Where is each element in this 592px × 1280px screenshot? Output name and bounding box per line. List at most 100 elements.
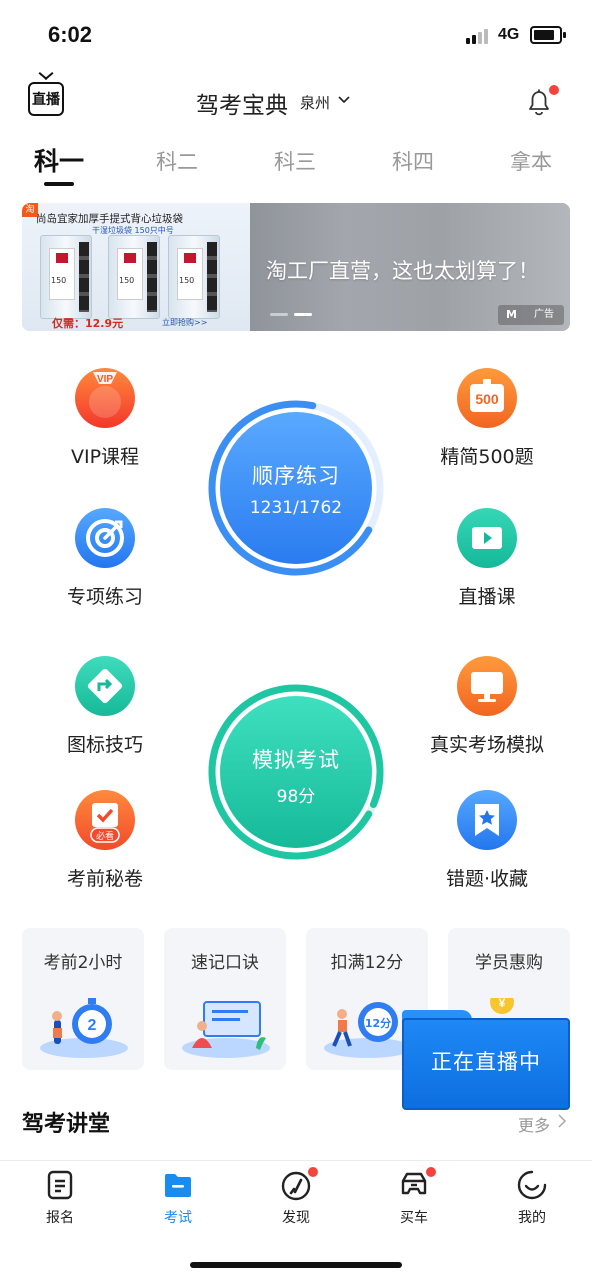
ad-label: M 广告	[498, 305, 564, 325]
condensed-500-label: 精简500题	[440, 446, 534, 468]
folder-icon	[165, 1174, 191, 1197]
nav-label: 考试	[164, 1210, 192, 1226]
card-quick-mnemonics[interactable]: 速记口诀	[164, 928, 286, 1070]
smile-icon	[517, 1170, 547, 1200]
status-bar: 6:02 4G	[0, 0, 592, 70]
vip-course-button[interactable]: VIP VIP课程	[30, 368, 180, 469]
pre-exam-paper-label: 考前秘卷	[66, 868, 143, 890]
card-title: 考前2小时	[43, 953, 123, 973]
mistakes-favorites-button[interactable]: 错题·收藏	[412, 790, 562, 891]
mock-exam-title: 模拟考试	[252, 748, 340, 772]
ad-banner[interactable]: 淘 尚岛宜家加厚手提式背心垃圾袋 干湿垃圾袋 150只中号 150 150 15…	[22, 203, 570, 331]
nav-label: 我的	[518, 1210, 546, 1226]
monitor-icon	[457, 656, 517, 716]
banner-slogan-panel: 淘工厂直营，这也太划算了！ M 广告	[250, 203, 570, 331]
banner-product-headline: 尚岛宜家加厚手提式背心垃圾袋	[36, 213, 183, 225]
chevron-down-icon[interactable]	[338, 94, 350, 106]
card-title: 速记口诀	[191, 953, 259, 973]
video-play-icon	[457, 508, 517, 568]
nav-dot	[308, 1167, 318, 1177]
road-sign-icon	[75, 656, 135, 716]
vip-icon: VIP	[75, 368, 135, 428]
nav-exam[interactable]: 考试	[138, 1169, 218, 1227]
svg-text:12分: 12分	[365, 1016, 391, 1030]
app-title: 驾考宝典	[196, 93, 288, 119]
mistakes-favorites-label: 错题·收藏	[445, 868, 529, 890]
tab-subject-3[interactable]: 科三	[274, 146, 316, 176]
banner-buy-link: 立即抢购>>	[162, 318, 208, 327]
nav-buy-car[interactable]: 买车	[374, 1167, 454, 1227]
banner-price: 仅需：12.9元	[52, 317, 124, 330]
tab-subject-2[interactable]: 科二	[156, 146, 198, 176]
target-icon	[75, 508, 135, 568]
document-icon	[47, 1170, 73, 1200]
sequential-practice-progress: 1231/1762	[249, 498, 343, 518]
special-practice-label: 专项练习	[66, 586, 143, 608]
banner-pagination	[270, 313, 330, 317]
svg-text:500: 500	[475, 391, 499, 407]
battery-icon	[530, 26, 566, 44]
nav-mine[interactable]: 我的	[492, 1169, 572, 1227]
condensed-500-button[interactable]: 500 精简500题	[412, 368, 562, 469]
nav-register[interactable]: 报名	[20, 1169, 100, 1227]
bookmark-star-icon	[457, 790, 517, 850]
live-class-button[interactable]: 直播课	[412, 508, 562, 609]
product-image: 150	[40, 235, 92, 319]
tab-subject-4[interactable]: 科四	[392, 146, 434, 176]
live-now-label: 正在直播中	[431, 1050, 541, 1074]
live-tv-icon[interactable]: 直播	[28, 82, 64, 116]
sequential-practice-title: 顺序练习	[252, 464, 340, 488]
tab-get-license[interactable]: 拿本	[510, 146, 552, 176]
sequential-practice-button[interactable]: 顺序练习 1231/1762	[206, 398, 386, 578]
home-indicator	[190, 1262, 402, 1268]
sequential-practice-core: 顺序练习 1231/1762	[220, 412, 372, 564]
more-link[interactable]: 更多	[518, 1112, 550, 1136]
compass-icon	[281, 1171, 311, 1201]
network-type: 4G	[498, 26, 520, 43]
signal-icon	[466, 28, 492, 44]
active-tab-indicator	[44, 182, 74, 186]
mock-exam-score: 98分	[276, 787, 316, 807]
svg-text:2: 2	[88, 1017, 97, 1034]
notification-dot	[549, 85, 559, 95]
svg-text:VIP: VIP	[97, 374, 113, 385]
nav-label: 发现	[282, 1210, 310, 1226]
product-image: 150	[108, 235, 160, 319]
chevron-right-icon[interactable]	[556, 1114, 568, 1128]
special-practice-button[interactable]: 专项练习	[30, 508, 180, 609]
stopwatch-icon: 2	[40, 998, 128, 1058]
city-selector[interactable]: 泉州	[300, 92, 330, 113]
nav-discover[interactable]: 发现	[256, 1167, 336, 1227]
svg-text:必看: 必看	[96, 830, 114, 842]
sign-tips-button[interactable]: 图标技巧	[30, 656, 180, 757]
banner-product-image: 淘 尚岛宜家加厚手提式背心垃圾袋 干湿垃圾袋 150只中号 150 150 15…	[22, 203, 250, 331]
subject-tabs: 科一 科二 科三 科四 拿本	[0, 140, 592, 190]
live-now-floating-button[interactable]: 正在直播中	[402, 1010, 570, 1110]
reading-icon	[182, 1001, 270, 1058]
tab-subject-1[interactable]: 科一	[34, 142, 84, 178]
clipboard-check-icon: 必看	[75, 790, 135, 850]
sign-tips-label: 图标技巧	[66, 734, 143, 756]
mock-exam-button[interactable]: 模拟考试 98分	[206, 682, 386, 862]
banner-slogan: 淘工厂直营，这也太划算了！	[266, 259, 539, 283]
svg-text:¥: ¥	[499, 998, 506, 1010]
product-image: 150	[168, 235, 220, 319]
nav-dot	[426, 1167, 436, 1177]
mock-exam-core: 模拟考试 98分	[220, 696, 372, 848]
section-title: 驾考讲堂	[22, 1112, 111, 1137]
pre-exam-paper-button[interactable]: 必看 考前秘卷	[30, 790, 180, 891]
notification-button[interactable]	[522, 84, 559, 118]
nav-label: 买车	[400, 1210, 428, 1226]
app-header: 直播 驾考宝典 泉州	[0, 76, 592, 126]
card-title: 学员惠购	[475, 953, 543, 973]
status-time: 6:02	[48, 22, 93, 47]
live-class-label: 直播课	[458, 586, 516, 608]
vip-course-label: VIP课程	[70, 446, 140, 468]
card-2-hours-before[interactable]: 考前2小时 2	[22, 928, 144, 1070]
real-exam-sim-button[interactable]: 真实考场模拟	[412, 656, 562, 757]
car-icon	[401, 1172, 427, 1195]
real-exam-sim-label: 真实考场模拟	[429, 734, 544, 756]
500-icon: 500	[457, 368, 517, 428]
card-title: 扣满12分	[330, 953, 404, 973]
nav-label: 报名	[46, 1210, 74, 1226]
